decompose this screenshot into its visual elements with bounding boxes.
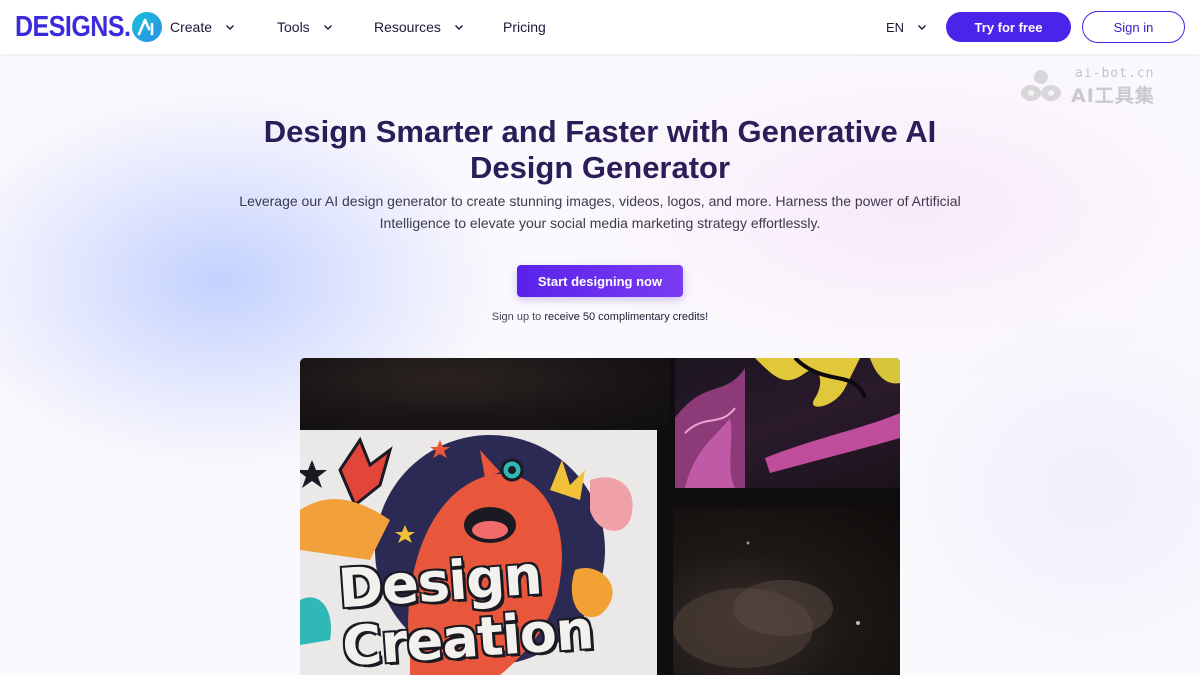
nav-resources-label: Resources — [374, 19, 441, 35]
watermark-domain: ai-bot.cn — [1075, 66, 1155, 81]
nav-create-label: Create — [170, 19, 213, 35]
hero-title-line2: Design Generator — [469, 150, 731, 185]
showcase-poster-tile: Design Creation — [300, 430, 657, 675]
language-selector[interactable]: EN — [886, 17, 927, 37]
showcase-dark-tile — [300, 358, 670, 430]
try-for-free-button[interactable]: Try for free — [946, 12, 1071, 42]
showcase-smoke-tile — [673, 508, 900, 675]
nav-create[interactable]: Create — [170, 17, 235, 37]
chevron-down-icon — [918, 25, 927, 30]
nav-tools-label: Tools — [277, 19, 310, 35]
start-designing-button[interactable]: Start designing now — [517, 265, 683, 297]
nav-resources[interactable]: Resources — [374, 17, 464, 37]
credits-prefix: Sign up to — [491, 311, 542, 323]
logo-ai-icon — [132, 12, 163, 42]
showcase-graffiti-tile — [675, 358, 900, 488]
language-label: EN — [886, 19, 905, 35]
chevron-down-icon — [454, 25, 463, 30]
designs-ai-logo[interactable]: DESIGNS. — [15, 10, 163, 44]
hero-title: Design Smarter and Faster with Generativ… — [150, 114, 1050, 186]
chevron-down-icon — [226, 25, 235, 30]
graffiti-artwork — [675, 358, 900, 488]
logo-text: DESIGNS. — [15, 10, 131, 43]
nav-pricing-label: Pricing — [503, 19, 546, 35]
hero-subtitle: Leverage our AI design generator to crea… — [239, 193, 961, 231]
poster-headline: Design Creation — [336, 543, 596, 675]
signup-credits-note: Sign up to receive 50 complimentary cred… — [300, 311, 900, 323]
robot-watermark-icon — [1021, 70, 1061, 101]
design-showcase: Design Creation — [300, 358, 900, 675]
watermark: ai-bot.cn AI工具集 — [1017, 66, 1167, 107]
nav-tools[interactable]: Tools — [277, 17, 333, 37]
credits-emphasis: receive 50 complimentary credits! — [544, 311, 709, 323]
nav-pricing[interactable]: Pricing — [503, 17, 546, 37]
chevron-down-icon — [323, 25, 332, 30]
top-navbar: DESIGNS. Create Tools Resources Pricing … — [0, 0, 1200, 54]
watermark-title: AI工具集 — [1071, 85, 1155, 107]
hero-title-line1: Design Smarter and Faster with Generativ… — [263, 114, 937, 149]
sign-in-button[interactable]: Sign in — [1082, 11, 1185, 43]
smoke-artwork — [673, 541, 860, 668]
